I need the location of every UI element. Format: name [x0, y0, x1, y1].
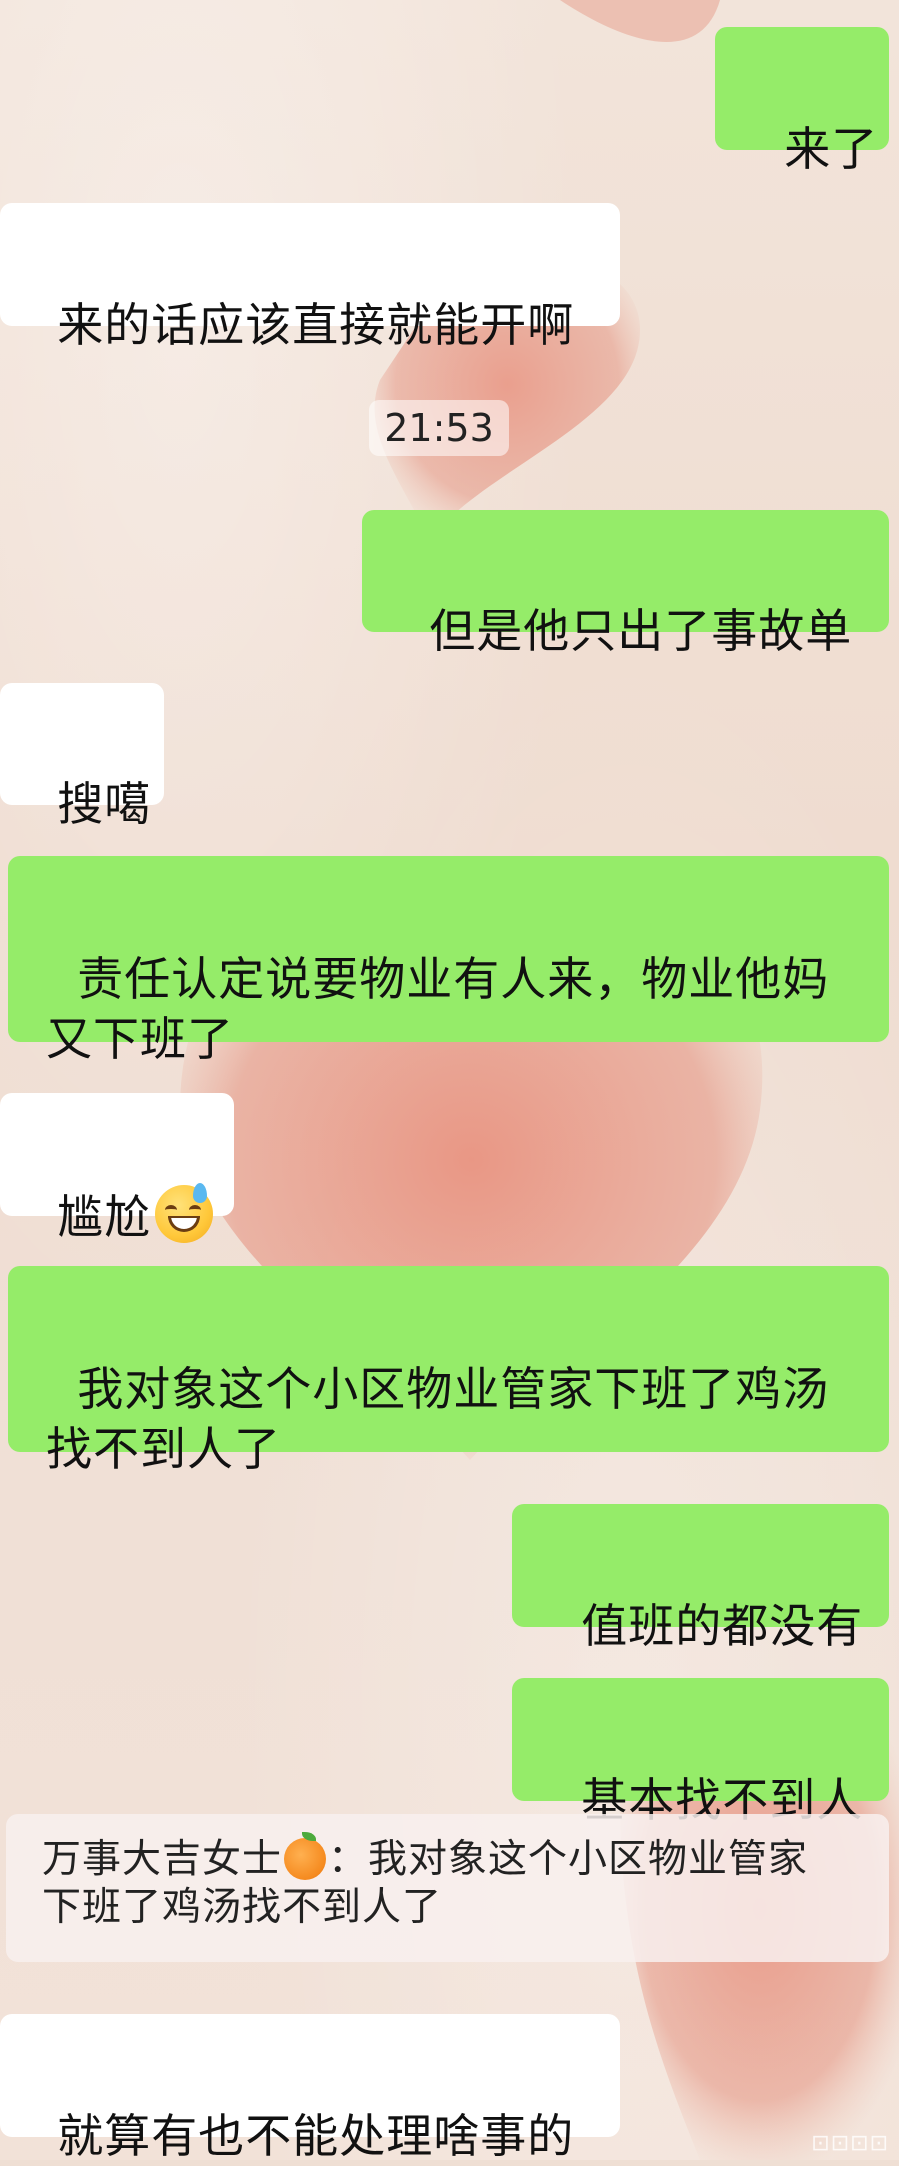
message-bubble-outgoing[interactable]: 责任认定说要物业有人来，物业他妈 又下班了: [8, 856, 889, 1066]
message-text: 但是他只出了事故单: [429, 604, 853, 658]
message-text: 来了: [784, 122, 879, 176]
message-bubble-outgoing[interactable]: 基本找不到人: [512, 1678, 889, 1827]
message-bubble-outgoing[interactable]: 值班的都没有: [512, 1504, 889, 1653]
message-bubble-outgoing[interactable]: 来了: [715, 27, 889, 176]
timestamp: 21:53: [369, 400, 509, 456]
message-text: 就算有也不能处理啥事的: [57, 2109, 575, 2163]
message-text: 来的话应该直接就能开啊: [57, 298, 575, 352]
sweat-smile-icon: [155, 1183, 214, 1243]
message-bubble-incoming[interactable]: 搜噶: [0, 683, 164, 831]
message-bubble-incoming[interactable]: 来的话应该直接就能开啊: [0, 203, 620, 352]
message-bubble-incoming[interactable]: 就算有也不能处理啥事的: [0, 2014, 620, 2163]
message-bubble-outgoing[interactable]: 但是他只出了事故单: [362, 510, 889, 658]
watermark: ⊡⊡⊡⊡: [811, 2131, 889, 2156]
tangerine-icon: [284, 1832, 327, 1880]
message-text: 值班的都没有: [581, 1599, 864, 1653]
quote-separator: ：: [328, 1837, 369, 1882]
message-text: 搜噶: [57, 777, 152, 831]
quote-sender: 万事大吉女士: [42, 1837, 283, 1882]
quote-content: 万事大吉女士 ：我对象这个小区物业管家 下班了鸡汤找不到人了: [42, 1832, 869, 1932]
message-bubble-outgoing[interactable]: 我对象这个小区物业管家下班了鸡汤 找不到人了: [8, 1266, 889, 1476]
quoted-message[interactable]: 万事大吉女士 ：我对象这个小区物业管家 下班了鸡汤找不到人了: [6, 1814, 889, 1962]
message-bubble-incoming[interactable]: 尴尬: [0, 1093, 234, 1244]
message-text: 尴尬: [57, 1190, 152, 1244]
